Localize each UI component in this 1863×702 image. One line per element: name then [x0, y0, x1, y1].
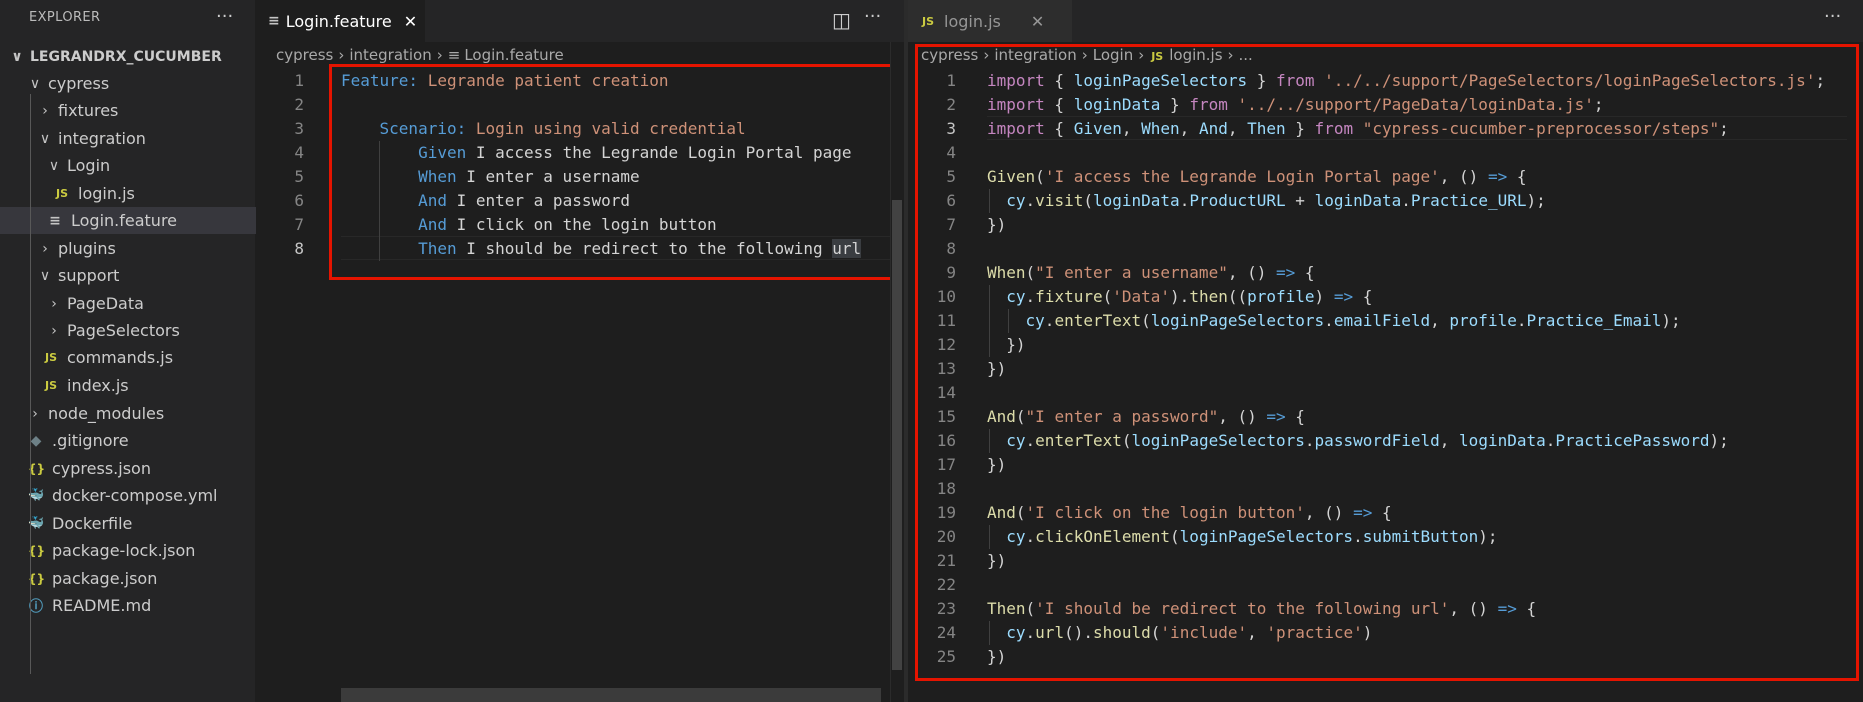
chevron-right-icon: ›: [436, 46, 443, 64]
chevron-right-icon: ›: [338, 46, 345, 64]
tree-item-label: README.md: [52, 596, 152, 615]
tree-item-label: login.js: [78, 184, 135, 203]
close-icon[interactable]: ✕: [1031, 12, 1044, 31]
tree-file-cypress-json[interactable]: {} cypress.json: [0, 455, 283, 482]
feature-file-icon: ≡: [447, 46, 461, 64]
tree-item-label: integration: [58, 129, 146, 148]
line-number: 4: [294, 143, 304, 162]
chevron-right-icon[interactable]: ›: [38, 241, 52, 257]
chevron-down-icon[interactable]: ∨: [10, 49, 24, 65]
scrollbar-thumb[interactable]: [892, 200, 902, 670]
tree-item-label: Login: [67, 156, 111, 175]
breadcrumb: cypress › integration › ≡ Login.feature: [276, 46, 564, 64]
tree-file-index-js[interactable]: JS index.js: [0, 372, 298, 399]
chevron-right-icon[interactable]: ›: [47, 296, 61, 312]
line-number: 8: [294, 239, 304, 258]
tab-bar: ≡ Login.feature ✕ ◫ ···: [256, 0, 904, 42]
breadcrumb-item[interactable]: Login.feature: [464, 46, 563, 64]
tree-item-label: PageSelectors: [67, 321, 180, 340]
chevron-right-icon[interactable]: ›: [38, 103, 52, 119]
tree-indent-guide: [30, 94, 31, 674]
tree-item-label: Login.feature: [71, 211, 178, 230]
tree-file-gitignore[interactable]: ◆ .gitignore: [0, 427, 283, 454]
line-number: 7: [294, 215, 304, 234]
tree-folder-root[interactable]: ∨ LEGRANDRX_CUCUMBER: [0, 43, 265, 70]
tree-item-label: cypress.json: [52, 459, 151, 478]
split-editor-icon[interactable]: ◫: [832, 8, 851, 32]
chevron-down-icon[interactable]: ∨: [47, 158, 61, 174]
chevron-down-icon[interactable]: ∨: [28, 76, 42, 92]
explorer-sidebar: EXPLORER ··· ∨ LEGRANDRX_CUCUMBER ∨ cypress…: [0, 0, 302, 702]
tree-folder-fixtures[interactable]: › fixtures: [0, 97, 293, 124]
tree-item-label: LEGRANDRX_CUCUMBER: [30, 48, 222, 65]
tree-file-package-lock-json[interactable]: {} package-lock.json: [0, 537, 283, 564]
explorer-title: EXPLORER: [29, 10, 101, 25]
chevron-down-icon[interactable]: ∨: [38, 131, 52, 147]
horizontal-scrollbar[interactable]: [341, 688, 881, 702]
explorer-more-icon[interactable]: ···: [216, 6, 233, 27]
tab-bar: JS login.js ✕ ···: [908, 0, 1863, 42]
tree-item-label: support: [58, 266, 120, 285]
line-number: 6: [294, 191, 304, 210]
tree-item-label: commands.js: [67, 348, 174, 367]
tree-file-package-json[interactable]: {} package.json: [0, 565, 283, 592]
feature-file-icon: ≡: [268, 13, 280, 29]
more-actions-icon[interactable]: ···: [864, 6, 881, 27]
highlight-box: [329, 64, 902, 280]
tab-label: login.js: [944, 11, 1001, 31]
tree-item-label: index.js: [67, 376, 129, 395]
tab-login-feature[interactable]: ≡ Login.feature ✕: [256, 0, 425, 42]
js-file-icon: JS: [44, 351, 57, 364]
tree-item-label: fixtures: [58, 101, 119, 120]
tab-label: Login.feature: [285, 11, 392, 31]
js-file-icon: JS: [44, 379, 57, 392]
tree-folder-integration[interactable]: ∨ integration: [0, 125, 293, 152]
tree-folder-node-modules[interactable]: › node_modules: [0, 400, 283, 427]
js-file-icon: JS: [921, 14, 934, 28]
line-number: 3: [294, 119, 304, 138]
tree-folder-support[interactable]: ∨ support: [0, 262, 293, 289]
tree-item-label: docker-compose.yml: [52, 486, 218, 505]
feature-file-icon: ≡: [49, 212, 61, 229]
highlight-box: [915, 44, 1859, 681]
chevron-right-icon[interactable]: ›: [47, 323, 61, 339]
breadcrumb-item[interactable]: cypress: [276, 46, 333, 64]
tree-folder-plugins[interactable]: › plugins: [0, 235, 293, 262]
line-number: 1: [294, 71, 304, 90]
line-number: 2: [294, 95, 304, 114]
tree-file-dockerfile[interactable]: 🐳 Dockerfile: [0, 510, 283, 537]
editor-group-js: JS login.js ✕ ··· cypress › integration › Lo…: [908, 0, 1863, 702]
chevron-down-icon[interactable]: ∨: [38, 268, 52, 284]
tree-item-label: Dockerfile: [52, 514, 133, 533]
editor-group-feature: ≡ Login.feature ✕ ◫ ··· cypress › integrat…: [256, 0, 905, 702]
tree-item-label: .gitignore: [52, 431, 129, 450]
line-number: 5: [294, 167, 304, 186]
more-actions-icon[interactable]: ···: [1824, 6, 1841, 27]
tab-login-js[interactable]: JS login.js ✕: [908, 0, 1072, 42]
tree-file-commands-js[interactable]: JS commands.js: [0, 344, 298, 371]
js-file-icon: JS: [55, 187, 68, 200]
tree-item-label: PageData: [67, 294, 144, 313]
tree-item-label: plugins: [58, 239, 116, 258]
close-icon[interactable]: ✕: [404, 12, 417, 31]
tree-item-label: package.json: [52, 569, 158, 588]
tree-item-label: node_modules: [48, 404, 165, 423]
tree-item-label: package-lock.json: [52, 541, 196, 560]
tree-item-label: cypress: [48, 74, 110, 93]
breadcrumb-item[interactable]: integration: [349, 46, 431, 64]
tree-folder-cypress[interactable]: ∨ cypress: [0, 70, 283, 97]
tree-file-readme[interactable]: ⓘ README.md: [0, 592, 283, 619]
tree-file-docker-compose[interactable]: 🐳 docker-compose.yml: [0, 482, 283, 509]
